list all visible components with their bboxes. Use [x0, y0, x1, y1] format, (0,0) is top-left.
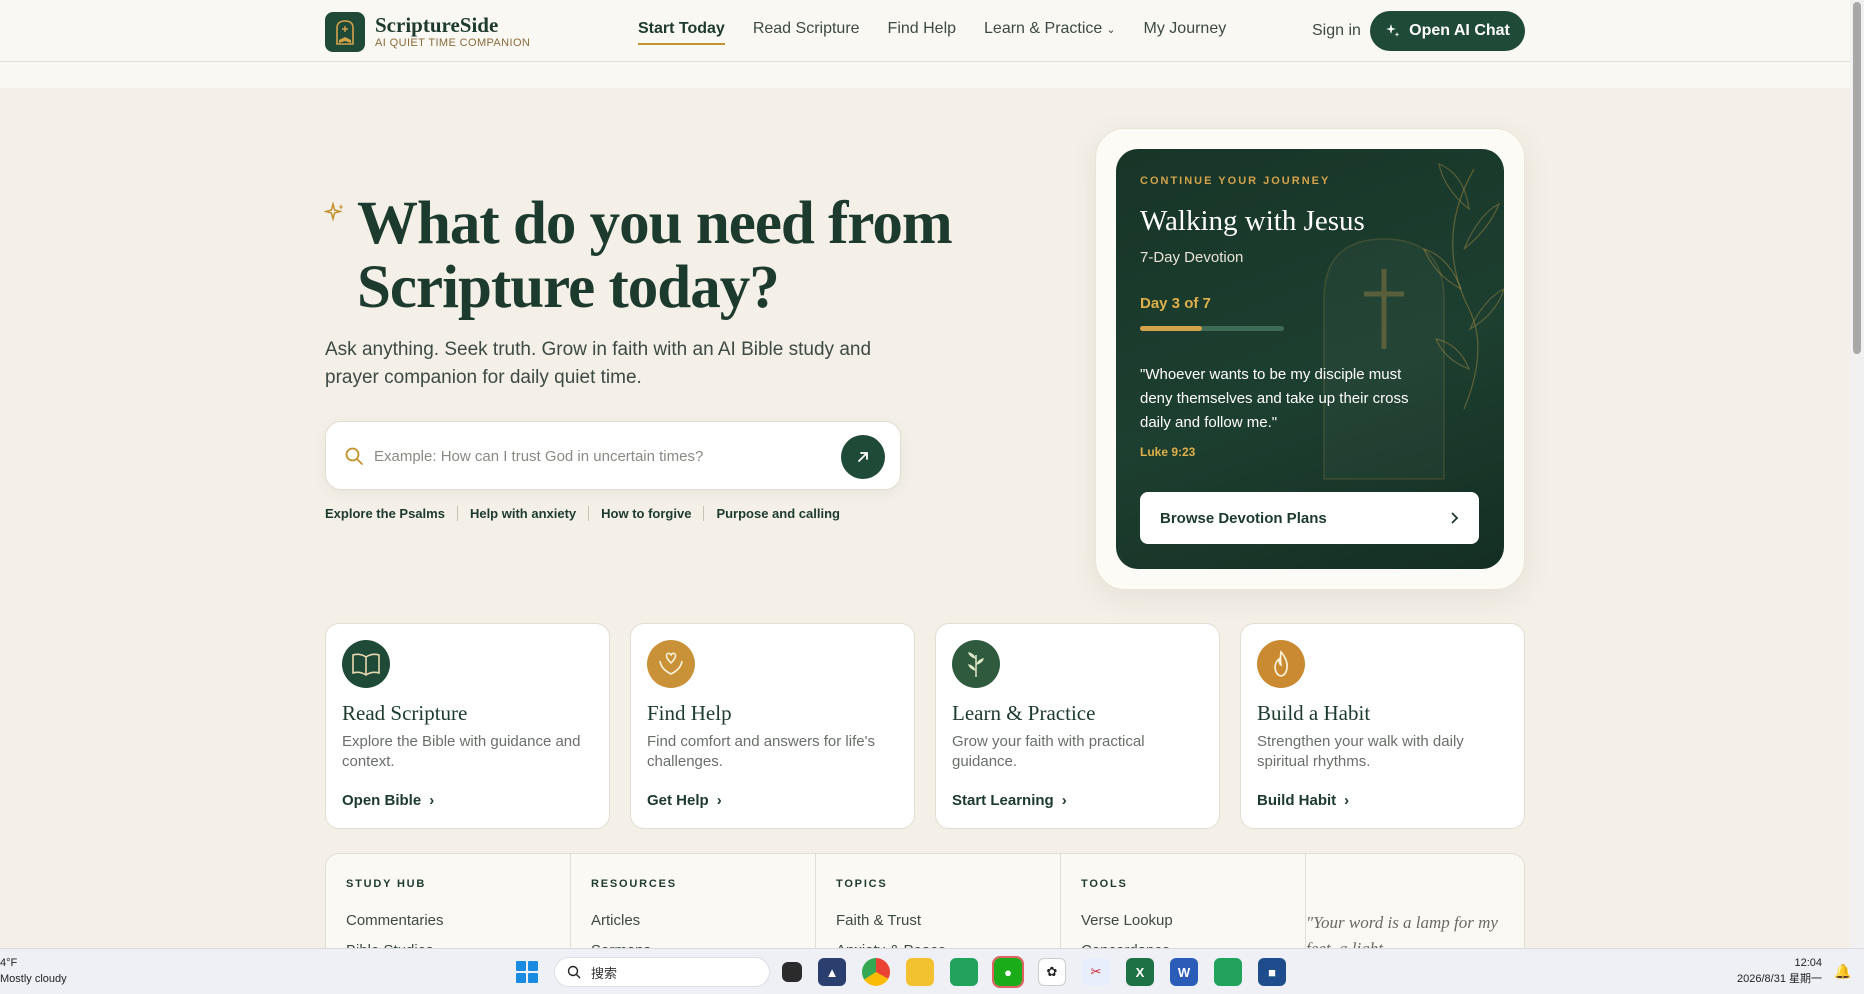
footer-link[interactable]: Faith & Trust [836, 912, 921, 929]
nav-link-read-scripture[interactable]: Read Scripture [753, 20, 860, 38]
journey-reference: Luke 9:23 [1140, 445, 1196, 459]
search-icon [567, 965, 581, 979]
hero-title: What do you need from Scripture today? [357, 190, 953, 321]
quick-links: Explore the Psalms Help with anxiety How… [325, 506, 852, 521]
journey-title: Walking with Jesus [1140, 205, 1365, 237]
task-view-icon[interactable] [782, 962, 802, 982]
top-navigation: ScriptureSide AI QUIET TIME COMPANION St… [0, 0, 1850, 62]
quick-link[interactable]: Explore the Psalms [325, 506, 457, 521]
ask-search-box [325, 421, 901, 490]
feature-card-read-scripture[interactable]: Read Scripture Explore the Bible with gu… [325, 623, 610, 829]
card-title: Build a Habit [1257, 701, 1371, 725]
book-icon [342, 640, 390, 688]
hero-top-strip [0, 62, 1850, 88]
os-taskbar: 4°F Mostly cloudy 搜索 ▲ ● ✿ ✂ X W ■ 12:04… [0, 948, 1864, 994]
quick-link[interactable]: Help with anxiety [456, 506, 588, 521]
nav-links: Start Today Read Scripture Find Help Lea… [638, 20, 1227, 45]
brand[interactable]: ScriptureSide AI QUIET TIME COMPANION [325, 12, 530, 52]
journey-card: CONTINUE YOUR JOURNEY Walking with Jesus… [1116, 149, 1504, 569]
sparkle-icon [324, 202, 344, 222]
journey-eyebrow: CONTINUE YOUR JOURNEY [1140, 175, 1331, 187]
weather-widget[interactable]: 4°F Mostly cloudy [0, 955, 67, 987]
scrollbar-thumb[interactable] [1853, 2, 1861, 354]
chatgpt-icon[interactable]: ✿ [1038, 958, 1066, 986]
file-explorer-icon[interactable] [906, 958, 934, 986]
brand-tagline: AI QUIET TIME COMPANION [375, 37, 531, 49]
chrome-icon[interactable] [862, 958, 890, 986]
taskbar-apps: ▲ ● ✿ ✂ X W ■ [782, 956, 1286, 988]
column-heading: TOOLS [1081, 878, 1128, 890]
system-clock[interactable]: 12:04 2026/8/31 星期一 [1722, 955, 1822, 987]
brand-logo-icon [325, 12, 365, 52]
journey-quote: "Whoever wants to be my disciple must de… [1140, 366, 1409, 431]
spreadsheet-app-icon[interactable] [950, 958, 978, 986]
feature-card-learn-practice[interactable]: Learn & Practice Grow your faith with pr… [935, 623, 1220, 829]
windows-start-icon[interactable] [516, 961, 538, 983]
card-description: Grow your faith with practical guidance. [952, 733, 1145, 770]
ask-search-input[interactable] [374, 438, 794, 474]
card-description: Find comfort and answers for life's chal… [647, 733, 875, 770]
get-help-link[interactable]: Get Help › [647, 792, 722, 809]
footer-link[interactable]: Verse Lookup [1081, 912, 1173, 929]
chevron-right-icon: › [1344, 792, 1350, 809]
journey-progress-fill [1140, 326, 1202, 331]
spreadsheet-app-icon[interactable] [1214, 958, 1242, 986]
column-heading: TOPICS [836, 878, 888, 890]
feature-card-build-habit[interactable]: Build a Habit Strengthen your walk with … [1240, 623, 1525, 829]
feature-card-find-help[interactable]: Find Help Find comfort and answers for l… [630, 623, 915, 829]
sparkle-icon [1386, 24, 1400, 37]
chevron-right-icon: › [1061, 792, 1067, 809]
journey-day-label: Day 3 of 7 [1140, 295, 1211, 312]
excel-icon[interactable]: X [1126, 958, 1154, 986]
footer-link[interactable]: Commentaries [346, 912, 444, 929]
open-ai-chat-button[interactable]: Open AI Chat [1370, 11, 1525, 51]
sign-in-link[interactable]: Sign in [1312, 22, 1361, 40]
nav-link-find-help[interactable]: Find Help [888, 20, 956, 38]
taskbar-search[interactable]: 搜索 [554, 957, 770, 987]
notification-bell-icon[interactable]: 🔔 [1834, 963, 1851, 980]
page-scrollbar[interactable] [1850, 0, 1864, 948]
start-learning-link[interactable]: Start Learning › [952, 792, 1067, 809]
nav-link-start-today[interactable]: Start Today [638, 20, 725, 45]
hero-subtitle: Ask anything. Seek truth. Grow in faith … [325, 339, 872, 388]
app-icon[interactable]: ■ [1258, 958, 1286, 986]
browse-devotion-plans-button[interactable]: Browse Devotion Plans [1140, 492, 1479, 544]
flame-icon [1257, 640, 1305, 688]
journey-card-frame: CONTINUE YOUR JOURNEY Walking with Jesus… [1095, 128, 1525, 590]
card-description: Strengthen your walk with daily spiritua… [1257, 733, 1464, 770]
journey-subtitle: 7-Day Devotion [1140, 249, 1244, 266]
column-heading: STUDY HUB [346, 878, 427, 890]
chevron-right-icon [1451, 512, 1459, 524]
search-icon [345, 447, 363, 465]
card-title: Learn & Practice [952, 701, 1096, 725]
chevron-right-icon: › [429, 792, 435, 809]
nav-link-my-journey[interactable]: My Journey [1144, 20, 1227, 38]
snipping-tool-icon[interactable]: ✂ [1082, 958, 1110, 986]
chevron-down-icon: ⌄ [1106, 24, 1116, 36]
wechat-icon[interactable]: ● [992, 956, 1024, 988]
quick-link[interactable]: Purpose and calling [703, 506, 852, 521]
build-habit-link[interactable]: Build Habit › [1257, 792, 1349, 809]
heart-hands-icon [647, 640, 695, 688]
word-icon[interactable]: W [1170, 958, 1198, 986]
brand-name: ScriptureSide [375, 13, 499, 37]
quick-link[interactable]: How to forgive [588, 506, 703, 521]
footer-link[interactable]: Articles [591, 912, 640, 929]
app-icon[interactable]: ▲ [818, 958, 846, 986]
card-title: Find Help [647, 701, 732, 725]
card-description: Explore the Bible with guidance and cont… [342, 733, 581, 770]
submit-question-button[interactable] [841, 435, 885, 479]
card-title: Read Scripture [342, 701, 468, 725]
feature-cards: Read Scripture Explore the Bible with gu… [325, 623, 1525, 829]
journey-progress-bar [1140, 326, 1284, 331]
column-heading: RESOURCES [591, 878, 677, 890]
nav-link-learn-practice[interactable]: Learn & Practice ⌄ [984, 20, 1116, 38]
open-bible-link[interactable]: Open Bible › [342, 792, 434, 809]
leaf-icon [952, 640, 1000, 688]
chevron-right-icon: › [716, 792, 722, 809]
arrow-up-right-icon [858, 452, 868, 462]
